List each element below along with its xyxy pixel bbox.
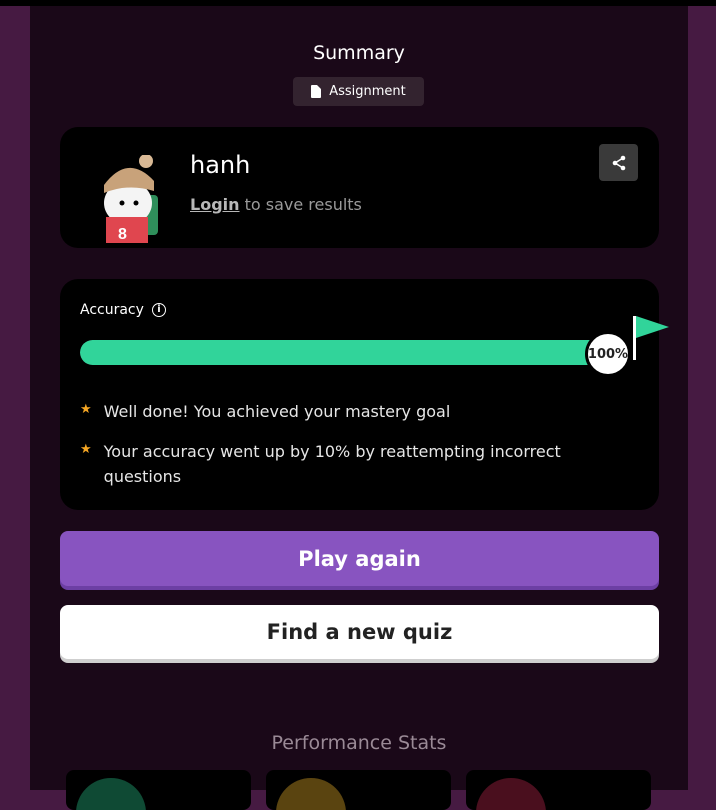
performance-stats-title: Performance Stats [271,732,447,754]
svg-text:8: 8 [118,226,127,243]
accuracy-percent: 100% [585,331,631,377]
login-suffix: to save results [239,195,362,214]
stat-icon [76,778,146,810]
login-prompt: Login to save results [190,195,362,214]
page-title: Summary [313,42,405,64]
badge-label: Assignment [329,84,406,99]
avatar: 8 [104,155,158,243]
accuracy-notes: ★ Well done! You achieved your mastery g… [80,399,640,504]
accuracy-card: Accuracy i 100% ★ Well done! You achieve… [60,279,669,510]
flag-icon [636,316,669,338]
assignment-badge: Assignment [293,77,424,106]
right-edge [688,6,716,790]
stat-card [66,770,251,810]
note-text: Your accuracy went up by 10% by reattemp… [103,442,561,486]
accuracy-label: Accuracy [80,302,144,318]
play-again-button[interactable]: Play again [60,531,659,586]
stat-card [266,770,451,810]
summary-panel: Summary Assignment 8 hanh Login to save … [30,6,688,810]
find-new-quiz-button[interactable]: Find a new quiz [60,605,659,659]
accuracy-bar [80,340,610,365]
star-icon: ★ [80,402,92,417]
stat-icon [276,778,346,810]
list-item: ★ Your accuracy went up by 10% by reatte… [80,439,640,489]
share-icon [612,155,625,170]
list-item: ★ Well done! You achieved your mastery g… [80,399,640,424]
document-icon [311,85,322,98]
share-button[interactable] [599,144,638,181]
star-icon: ★ [80,442,92,457]
accuracy-bar-fill [80,340,610,365]
stat-card [466,770,651,810]
username: hanh [190,151,251,179]
note-text: Well done! You achieved your mastery goa… [103,402,451,421]
login-link[interactable]: Login [190,195,240,214]
accuracy-label-row: Accuracy i [80,302,166,318]
stat-icon [476,778,546,810]
user-card: 8 hanh Login to save results [60,127,659,248]
info-icon[interactable]: i [151,303,166,317]
